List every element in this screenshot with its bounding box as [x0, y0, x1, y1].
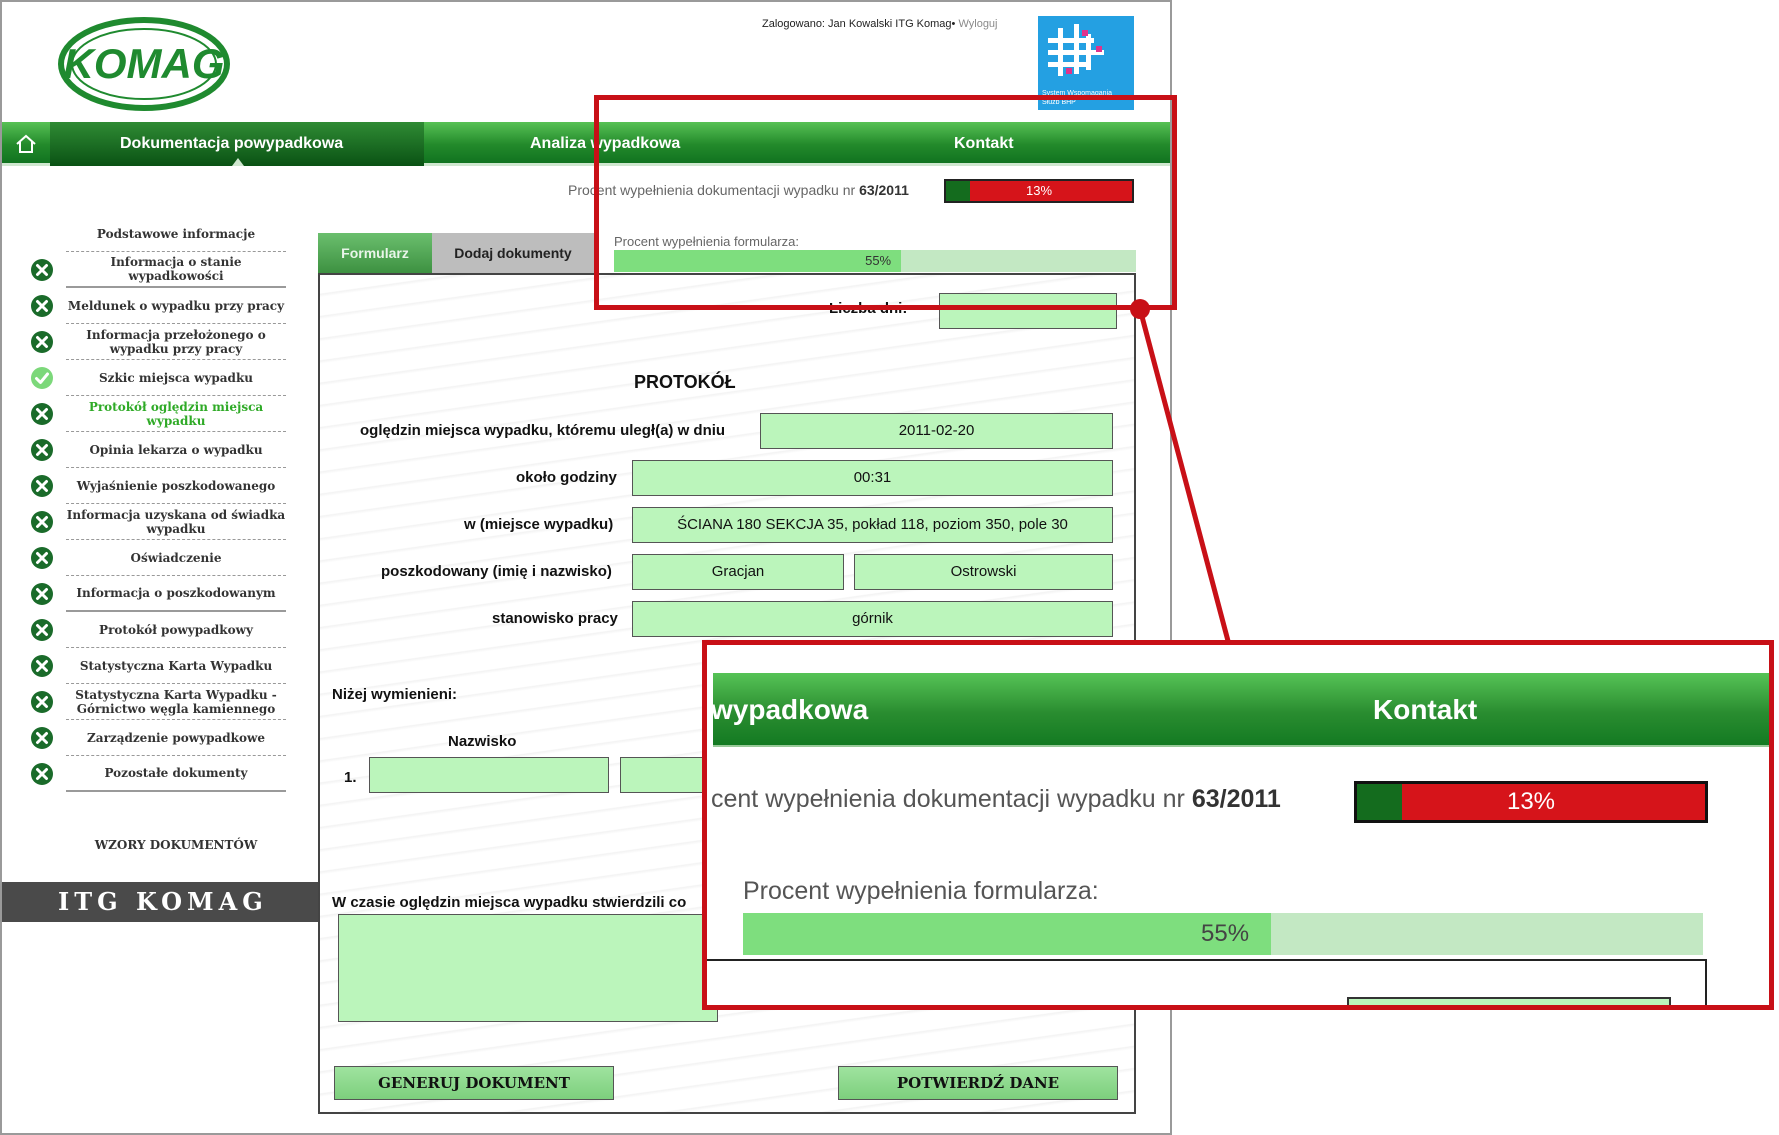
place-field[interactable]: ŚCIANA 180 SEKCJA 35, pokład 118, poziom… — [632, 507, 1113, 543]
sidebar-item[interactable]: Meldunek o wypadku przy pracy — [26, 288, 288, 324]
x-circle-icon — [30, 438, 54, 462]
findings-textarea[interactable] — [338, 914, 718, 1022]
zoom-inset: wypadkowa Kontakt cent wypełnienia dokum… — [702, 640, 1774, 1010]
x-circle-icon — [30, 546, 54, 570]
sidebar-item-label: Informacja o stanie wypadkowości — [66, 252, 286, 288]
sidebar-item-label: Informacja o poszkodowanym — [66, 576, 286, 612]
x-circle-icon — [30, 510, 54, 534]
victim-label: poszkodowany (imię i nazwisko) — [381, 563, 612, 580]
sidebar-item-label: Szkic miejsca wypadku — [66, 360, 286, 396]
position-field[interactable]: górnik — [632, 601, 1113, 637]
zoom-doc-progress-percent: 13% — [1506, 788, 1556, 815]
sidebar-item-label: Statystyczna Karta Wypadku - Górnictwo w… — [66, 684, 286, 720]
tab-formularz[interactable]: Formularz — [318, 233, 432, 273]
sidebar-item-label: Wyjaśnienie poszkodowanego — [66, 468, 286, 504]
sidebar-item[interactable]: Statystyczna Karta Wypadku - Górnictwo w… — [26, 684, 288, 720]
sidebar-item-label: Pozostałe dokumenty — [66, 756, 286, 792]
date-field[interactable]: 2011-02-20 — [760, 413, 1113, 449]
sidebar-item[interactable]: Opinia lekarza o wypadku — [26, 432, 288, 468]
zoom-form-progress-bar: 55% — [743, 913, 1703, 955]
sidebar-item[interactable]: Pozostałe dokumenty — [26, 756, 288, 792]
protocol-title: PROTOKÓŁ — [634, 372, 736, 392]
logo-text: KOMAG — [64, 40, 225, 87]
logout-link[interactable]: Wyloguj — [958, 18, 997, 30]
sidebar-item-label: Statystyczna Karta Wypadku — [66, 648, 286, 684]
x-circle-icon — [30, 690, 54, 714]
col-surname-header: Nazwisko — [448, 733, 517, 750]
row-1-index: 1. — [344, 769, 357, 786]
komag-logo-graphic: KOMAG — [58, 17, 230, 111]
zoom-doc-progress-bar: 13% — [1354, 781, 1708, 823]
user-bar: Zalogowano: Jan Kowalski ITG Komag• Wylo… — [762, 18, 998, 30]
zoom-form-progress-label: Procent wypełnienia formularza: — [743, 877, 1099, 905]
sidebar-item[interactable]: Protokół oględzin miejsca wypadku — [26, 396, 288, 432]
victim-first-name-field[interactable]: Gracjan — [632, 554, 844, 590]
position-label: stanowisko pracy — [492, 610, 618, 627]
place-label: w (miejsce wypadku) — [464, 516, 614, 533]
sidebar-item[interactable]: Protokół powypadkowy — [26, 612, 288, 648]
zoom-accident-number: 63/2011 — [1191, 785, 1281, 813]
sidebar-item-label: Podstawowe informacje — [66, 216, 286, 252]
x-circle-icon — [30, 582, 54, 606]
sidebar-item-label: Meldunek o wypadku przy pracy — [66, 288, 286, 324]
home-icon — [16, 134, 36, 153]
itg-komag-band: ITG KOMAG — [2, 882, 318, 922]
home-button[interactable] — [2, 122, 50, 166]
x-circle-icon — [30, 654, 54, 678]
sidebar-item-label: Opinia lekarza o wypadku — [66, 432, 286, 468]
sidebar-item[interactable]: Informacja o poszkodowanym — [26, 576, 288, 612]
sidebar-item[interactable]: Informacja przełożonego o wypadku przy p… — [26, 324, 288, 360]
zoom-tab-kontakt: Kontakt — [1373, 694, 1478, 725]
sidebar-item[interactable]: Informacja o stanie wypadkowości — [26, 252, 288, 288]
zoom-nav — [713, 673, 1769, 747]
sidebar-item-label: Oświadczenie — [66, 540, 286, 576]
zoom-form-progress-percent: 55% — [1201, 920, 1250, 947]
below-named-label: Niżej wymienieni: — [332, 686, 458, 703]
sidebar-item[interactable]: Informacja uzyskana od świadka wypadku — [26, 504, 288, 540]
check-circle-icon — [30, 366, 54, 390]
zoom-tab-analiza: wypadkowa — [711, 694, 869, 725]
komag-logo[interactable]: KOMAG — [58, 16, 230, 112]
x-circle-icon — [30, 762, 54, 786]
logged-user-text: Zalogowano: Jan Kowalski ITG Komag — [762, 18, 952, 30]
highlight-frame — [594, 95, 1177, 310]
wzory-dokumentow-link[interactable]: WZORY DOKUMENTÓW — [66, 838, 286, 852]
time-label: około godziny — [516, 469, 617, 486]
sidebar-item[interactable]: Statystyczna Karta Wypadku — [26, 648, 288, 684]
sidebar: Podstawowe informacje Informacja o stanie… — [26, 216, 288, 792]
active-tab-pointer — [232, 158, 244, 166]
sidebar-item-label: Zarządzenie powypadkowe — [66, 720, 286, 756]
sidebar-item-label: Protokół powypadkowy — [66, 612, 286, 648]
sidebar-item-label: Informacja uzyskana od świadka wypadku — [66, 504, 286, 540]
findings-label: W czasie oględzin miejsca wypadku stwier… — [332, 894, 687, 911]
sidebar-item-label: Informacja przełożonego o wypadku przy p… — [66, 324, 286, 360]
sidebar-item[interactable]: Oświadczenie — [26, 540, 288, 576]
x-circle-icon — [30, 258, 54, 282]
date-label: oględzin miejsca wypadku, któremu uległ(… — [360, 422, 726, 439]
sidebar-item[interactable]: Podstawowe informacje — [26, 216, 288, 252]
victim-last-name-field[interactable]: Ostrowski — [854, 554, 1113, 590]
generate-document-button[interactable]: GENERUJ DOKUMENT — [334, 1066, 614, 1100]
confirm-data-button[interactable]: POTWIERDŹ DANE — [838, 1066, 1118, 1100]
x-circle-icon — [30, 474, 54, 498]
x-circle-icon — [30, 330, 54, 354]
zoom-form-progress-fill — [743, 913, 1271, 955]
row-1-surname-field[interactable] — [369, 757, 609, 793]
grid-logo-icon — [1048, 24, 1104, 76]
x-circle-icon — [30, 618, 54, 642]
x-circle-icon — [30, 726, 54, 750]
time-field[interactable]: 00:31 — [632, 460, 1113, 496]
zoom-doc-progress-label: cent wypełnienia dokumentacji wypadku nr… — [711, 785, 1281, 813]
tab-dodaj-dokumenty[interactable]: Dodaj dokumenty — [432, 233, 594, 273]
sidebar-item[interactable]: Wyjaśnienie poszkodowanego — [26, 468, 288, 504]
zoom-liczba-dni-field — [1347, 997, 1671, 1005]
x-circle-icon — [30, 402, 54, 426]
sidebar-item[interactable]: Zarządzenie powypadkowe — [26, 720, 288, 756]
sidebar-item[interactable]: Szkic miejsca wypadku — [26, 360, 288, 396]
sidebar-item-label: Protokół oględzin miejsca wypadku — [66, 396, 286, 432]
x-circle-icon — [30, 294, 54, 318]
